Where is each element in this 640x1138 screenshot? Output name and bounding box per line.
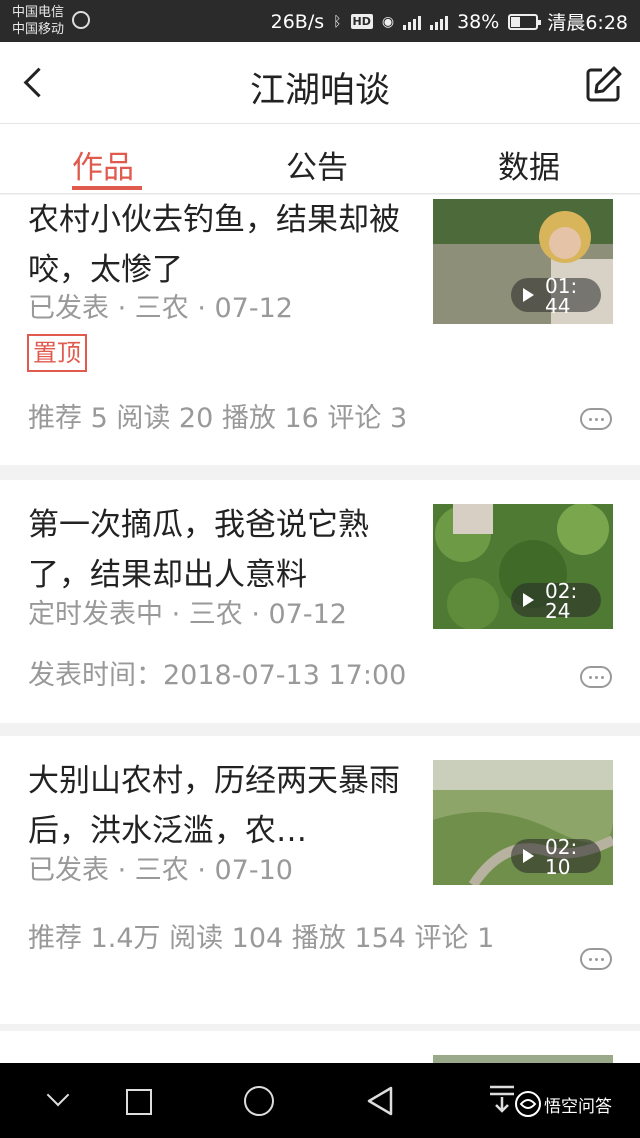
- watermark-text: 悟空问答: [544, 1097, 612, 1117]
- post-card[interactable]: 农村小伙去钓鱼，结果却被咬，太惨了 已发表 · 三农 · 07-12 置顶 01…: [0, 195, 640, 465]
- more-options-button[interactable]: [580, 948, 612, 970]
- app-header: 江湖咱谈: [0, 42, 640, 124]
- post-title[interactable]: 第一次摘瓜，我爸说它熟了，结果却出人意料: [28, 500, 408, 600]
- post-meta: 已发表 · 三农 · 07-10: [28, 855, 293, 886]
- clock: 清晨6:28: [547, 12, 628, 34]
- battery-fill: [511, 16, 521, 27]
- page-title: 江湖咱谈: [249, 71, 390, 111]
- more-options-button[interactable]: [580, 666, 612, 688]
- active-tab-indicator: [72, 186, 142, 190]
- video-duration-badge: 01:44: [511, 276, 601, 316]
- bluetooth-icon: ᛒ: [333, 13, 342, 30]
- post-card[interactable]: [0, 1031, 640, 1063]
- menu-down-icon: [490, 1085, 514, 1113]
- pinned-badge: 置顶: [27, 334, 87, 372]
- carrier-2: 中国移动: [12, 22, 65, 37]
- post-stats: 发表时间：2018-07-13 17:00: [28, 660, 407, 691]
- triangle-back-icon: [367, 1086, 393, 1116]
- video-duration-badge: 02:10: [511, 837, 601, 877]
- video-thumbnail[interactable]: 01:44: [433, 199, 613, 324]
- tab-announcements[interactable]: 公告: [286, 142, 348, 187]
- video-thumbnail[interactable]: [433, 1055, 613, 1063]
- post-list: 农村小伙去钓鱼，结果却被咬，太惨了 已发表 · 三农 · 07-12 置顶 01…: [0, 195, 640, 1063]
- video-duration: 02:10: [545, 835, 578, 879]
- carrier-names: 中国电信 中国移动: [12, 4, 64, 38]
- brightness-icon: [72, 11, 90, 29]
- back-nav-button[interactable]: [365, 1085, 401, 1121]
- edit-button[interactable]: [584, 64, 624, 104]
- edit-icon: [586, 66, 622, 102]
- video-duration-badge: 02:24: [511, 581, 601, 621]
- post-title[interactable]: 农村小伙去钓鱼，结果却被咬，太惨了: [28, 195, 408, 295]
- hd-icon: HD: [350, 14, 373, 29]
- battery-icon: [508, 13, 542, 30]
- tab-works[interactable]: 作品: [72, 142, 134, 187]
- signal-icon-2: [430, 14, 449, 30]
- eye-icon: ◉: [381, 13, 395, 30]
- recent-apps-button[interactable]: [126, 1089, 152, 1115]
- carrier-1: 中国电信: [12, 5, 65, 20]
- post-card[interactable]: 大别山农村，历经两天暴雨后，洪水泛滥，农… 已发表 · 三农 · 07-10 0…: [0, 736, 640, 1024]
- battery-percent: 38%: [457, 10, 500, 33]
- post-meta: 已发表 · 三农 · 07-12: [28, 293, 293, 324]
- status-bar: 中国电信 中国移动 26B/s ᛒ HD ◉ 38% 清晨6:28: [0, 0, 640, 42]
- video-thumbnail[interactable]: 02:24: [433, 504, 613, 629]
- post-stats: 推荐 1.4万 阅读 104 播放 154 评论 1: [28, 923, 495, 954]
- play-icon: [523, 593, 534, 607]
- post-meta: 定时发表中 · 三农 · 07-12: [28, 599, 347, 630]
- tab-data[interactable]: 数据: [498, 142, 560, 187]
- post-title[interactable]: 大别山农村，历经两天暴雨后，洪水泛滥，农…: [28, 756, 408, 856]
- video-duration: 01:44: [545, 274, 578, 318]
- video-duration: 02:24: [545, 579, 578, 623]
- video-thumbnail[interactable]: 02:10: [433, 760, 613, 885]
- more-options-button[interactable]: [580, 408, 612, 430]
- tab-bar: 作品 公告 数据: [0, 124, 640, 194]
- net-speed: 26B/s: [270, 10, 325, 33]
- post-stats: 推荐 5 阅读 20 播放 16 评论 3: [28, 403, 408, 434]
- play-icon: [523, 288, 534, 302]
- signal-icon: [403, 14, 422, 30]
- post-card[interactable]: 第一次摘瓜，我爸说它熟了，结果却出人意料 定时发表中 · 三农 · 07-12 …: [0, 480, 640, 723]
- status-right: 26B/s ᛒ HD ◉ 38% 清晨6:28: [271, 8, 628, 35]
- play-icon: [523, 849, 534, 863]
- home-button[interactable]: [244, 1086, 274, 1116]
- collapse-nav-button[interactable]: [42, 1083, 78, 1119]
- wukong-logo-icon: [515, 1091, 541, 1117]
